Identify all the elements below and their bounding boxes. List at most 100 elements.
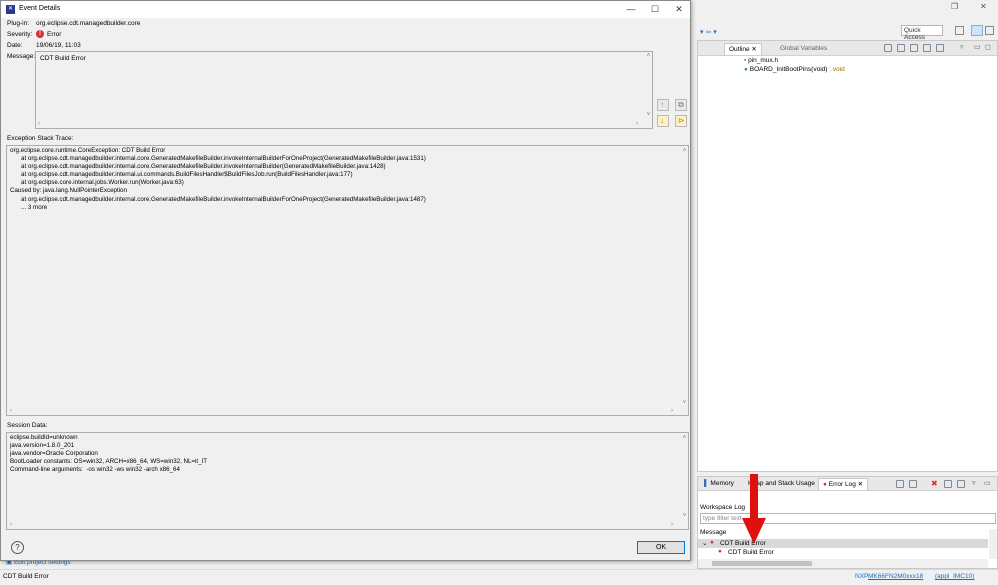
- maximize-icon[interactable]: ◻: [985, 43, 991, 51]
- status-bar: CDT Build Error NXP MK66FN2M0xxx18 (appl…: [0, 569, 998, 585]
- error-icon: ●: [718, 548, 722, 555]
- ok-button[interactable]: OK: [637, 541, 685, 554]
- session-scrollbar[interactable]: ˄ ˅: [681, 433, 688, 521]
- close-tab-icon[interactable]: ✕: [856, 481, 863, 488]
- header-file-icon: ▪: [744, 57, 747, 64]
- device-link[interactable]: MK66FN2M0xxx18: [868, 573, 923, 580]
- session-data-label: Session Data:: [7, 422, 48, 429]
- arrow-shaft: [750, 474, 758, 520]
- export-log-icon[interactable]: [896, 480, 904, 488]
- stack-trace-textarea[interactable]: org.eclipse.core.runtime.CoreException: …: [6, 145, 689, 416]
- error-icon: ●: [710, 539, 714, 546]
- text-line: ... 3 more: [21, 203, 48, 211]
- close-window-icon[interactable]: ✕: [980, 2, 987, 11]
- tab-memory[interactable]: ▌ Memory: [700, 478, 738, 489]
- minimize-icon[interactable]: ▭: [984, 479, 991, 487]
- copy-button[interactable]: ⧉: [675, 99, 687, 111]
- navigation-arrows-icon[interactable]: ▾ ⇦ ▾: [700, 28, 717, 36]
- message-text: CDT Build Error: [40, 55, 86, 62]
- date-label: Date:: [7, 42, 23, 49]
- collapse-all-icon[interactable]: [884, 44, 892, 52]
- message-column-header[interactable]: Message: [700, 529, 726, 536]
- memory-icon: ▌: [704, 480, 709, 487]
- filter-button[interactable]: ⊳: [675, 115, 687, 127]
- minimize-button[interactable]: —: [619, 1, 643, 18]
- import-log-icon[interactable]: [909, 480, 917, 488]
- cpp-perspective-icon[interactable]: [985, 26, 994, 35]
- scroll-up-icon[interactable]: ˄: [681, 148, 688, 154]
- dialog-titlebar: ✕ Event Details — ☐ ✕: [1, 1, 690, 18]
- sort-icon[interactable]: [897, 44, 905, 52]
- restore-window-icon[interactable]: ❐: [951, 2, 958, 11]
- minimize-icon[interactable]: ▭: [974, 43, 981, 51]
- view-menu-icon[interactable]: ▿: [960, 43, 964, 51]
- log-scroll-thumb[interactable]: [712, 561, 812, 566]
- hide-fields-icon[interactable]: [910, 44, 918, 52]
- quick-access-field[interactable]: Quick Access: [901, 25, 943, 41]
- nxp-link[interactable]: NXP: [855, 573, 868, 580]
- red-arrow-annotation: [742, 474, 766, 544]
- scroll-left-icon[interactable]: ‹: [38, 121, 40, 127]
- log-horizontal-scrollbar[interactable]: [698, 559, 988, 568]
- error-icon: !: [36, 30, 44, 38]
- scroll-right-icon[interactable]: ›: [636, 121, 638, 127]
- log-row[interactable]: ● CDT Build Error: [698, 548, 988, 557]
- text-line: java.vendor=Oracle Corporation: [10, 450, 98, 458]
- scroll-down-icon[interactable]: ˅: [681, 513, 688, 519]
- event-details-dialog: ✕ Event Details — ☐ ✕ Plug-in: org.eclip…: [0, 0, 691, 561]
- clear-log-icon[interactable]: [944, 480, 952, 488]
- text-line: Caused by: java.lang.NullPointerExceptio…: [10, 187, 127, 195]
- view-menu-icon[interactable]: ▿: [972, 479, 976, 487]
- log-vertical-scrollbar[interactable]: [989, 529, 997, 559]
- text-line: Command-line arguments: -os win32 -ws wi…: [10, 466, 180, 474]
- session-h-scrollbar[interactable]: ‹ ›: [7, 521, 681, 529]
- delete-log-icon[interactable]: ✖: [931, 479, 938, 488]
- outline-item[interactable]: ▪ pin_mux.h: [744, 57, 778, 64]
- text-line: org.eclipse.core.runtime.CoreException: …: [10, 147, 166, 154]
- tab-outline[interactable]: Outline ✕: [724, 43, 762, 55]
- maximize-button[interactable]: ☐: [643, 1, 667, 18]
- session-data-text: eclipse.buildId=unknown java.version=1.8.…: [10, 434, 207, 474]
- scroll-right-icon[interactable]: ›: [671, 408, 673, 414]
- tab-error-log[interactable]: ● Error Log ✕: [818, 478, 869, 490]
- previous-event-button[interactable]: ↑: [657, 99, 669, 111]
- scroll-right-icon[interactable]: ›: [671, 522, 673, 528]
- error-log-icon: ●: [823, 481, 827, 488]
- text-line: at org.eclipse.cdt.managedbuilder.intern…: [21, 195, 426, 203]
- hide-nonpublic-icon[interactable]: [936, 44, 944, 52]
- scroll-up-icon[interactable]: ˄: [681, 435, 688, 441]
- tab-global-variables[interactable]: Global Variables: [776, 43, 831, 54]
- scroll-left-icon[interactable]: ‹: [10, 522, 12, 528]
- arrow-head: [742, 518, 766, 544]
- next-event-button[interactable]: ↓: [657, 115, 669, 127]
- copy-icon: ⧉: [678, 100, 684, 109]
- scroll-down-icon[interactable]: ˅: [645, 112, 652, 118]
- outline-item[interactable]: ● BOARD_InitBootPins(void) : void: [744, 66, 845, 73]
- scroll-down-icon[interactable]: ˅: [681, 400, 688, 406]
- close-tab-icon[interactable]: ✕: [750, 46, 756, 53]
- session-data-textarea[interactable]: eclipse.buildId=unknown java.version=1.8.…: [6, 432, 689, 530]
- text-line: at org.eclipse.cdt.managedbuilder.intern…: [21, 171, 353, 179]
- message-h-scrollbar[interactable]: ‹ ›: [36, 120, 645, 128]
- scroll-up-icon[interactable]: ˄: [645, 53, 652, 59]
- debug-perspective-icon[interactable]: [971, 25, 983, 36]
- message-scrollbar[interactable]: ˄ ˅: [645, 52, 652, 128]
- perspective-icon[interactable]: [955, 26, 964, 35]
- severity-label: Severity:: [7, 31, 33, 38]
- expand-chevron-icon[interactable]: ⌄: [702, 539, 707, 547]
- close-button[interactable]: ✕: [667, 1, 691, 18]
- stack-scrollbar[interactable]: ˄ ˅: [681, 146, 688, 407]
- arrow-down-icon: ↓: [660, 116, 664, 125]
- scroll-left-icon[interactable]: ‹: [10, 408, 12, 414]
- text-line: at org.eclipse.cdt.managedbuilder.intern…: [21, 155, 426, 163]
- help-button[interactable]: ?: [11, 541, 24, 554]
- stack-trace-text: org.eclipse.core.runtime.CoreException: …: [10, 147, 426, 212]
- message-textarea[interactable]: CDT Build Error ˄ ˅ ‹ ›: [35, 51, 653, 129]
- restore-log-icon[interactable]: [957, 480, 965, 488]
- help-icon: ?: [15, 543, 20, 552]
- function-icon: ●: [744, 66, 748, 73]
- stack-h-scrollbar[interactable]: ‹ ›: [7, 407, 681, 415]
- text-line: at org.eclipse.cdt.managedbuilder.intern…: [21, 163, 386, 171]
- hide-static-icon[interactable]: [923, 44, 931, 52]
- project-link[interactable]: (appl_IMC10): [935, 573, 974, 580]
